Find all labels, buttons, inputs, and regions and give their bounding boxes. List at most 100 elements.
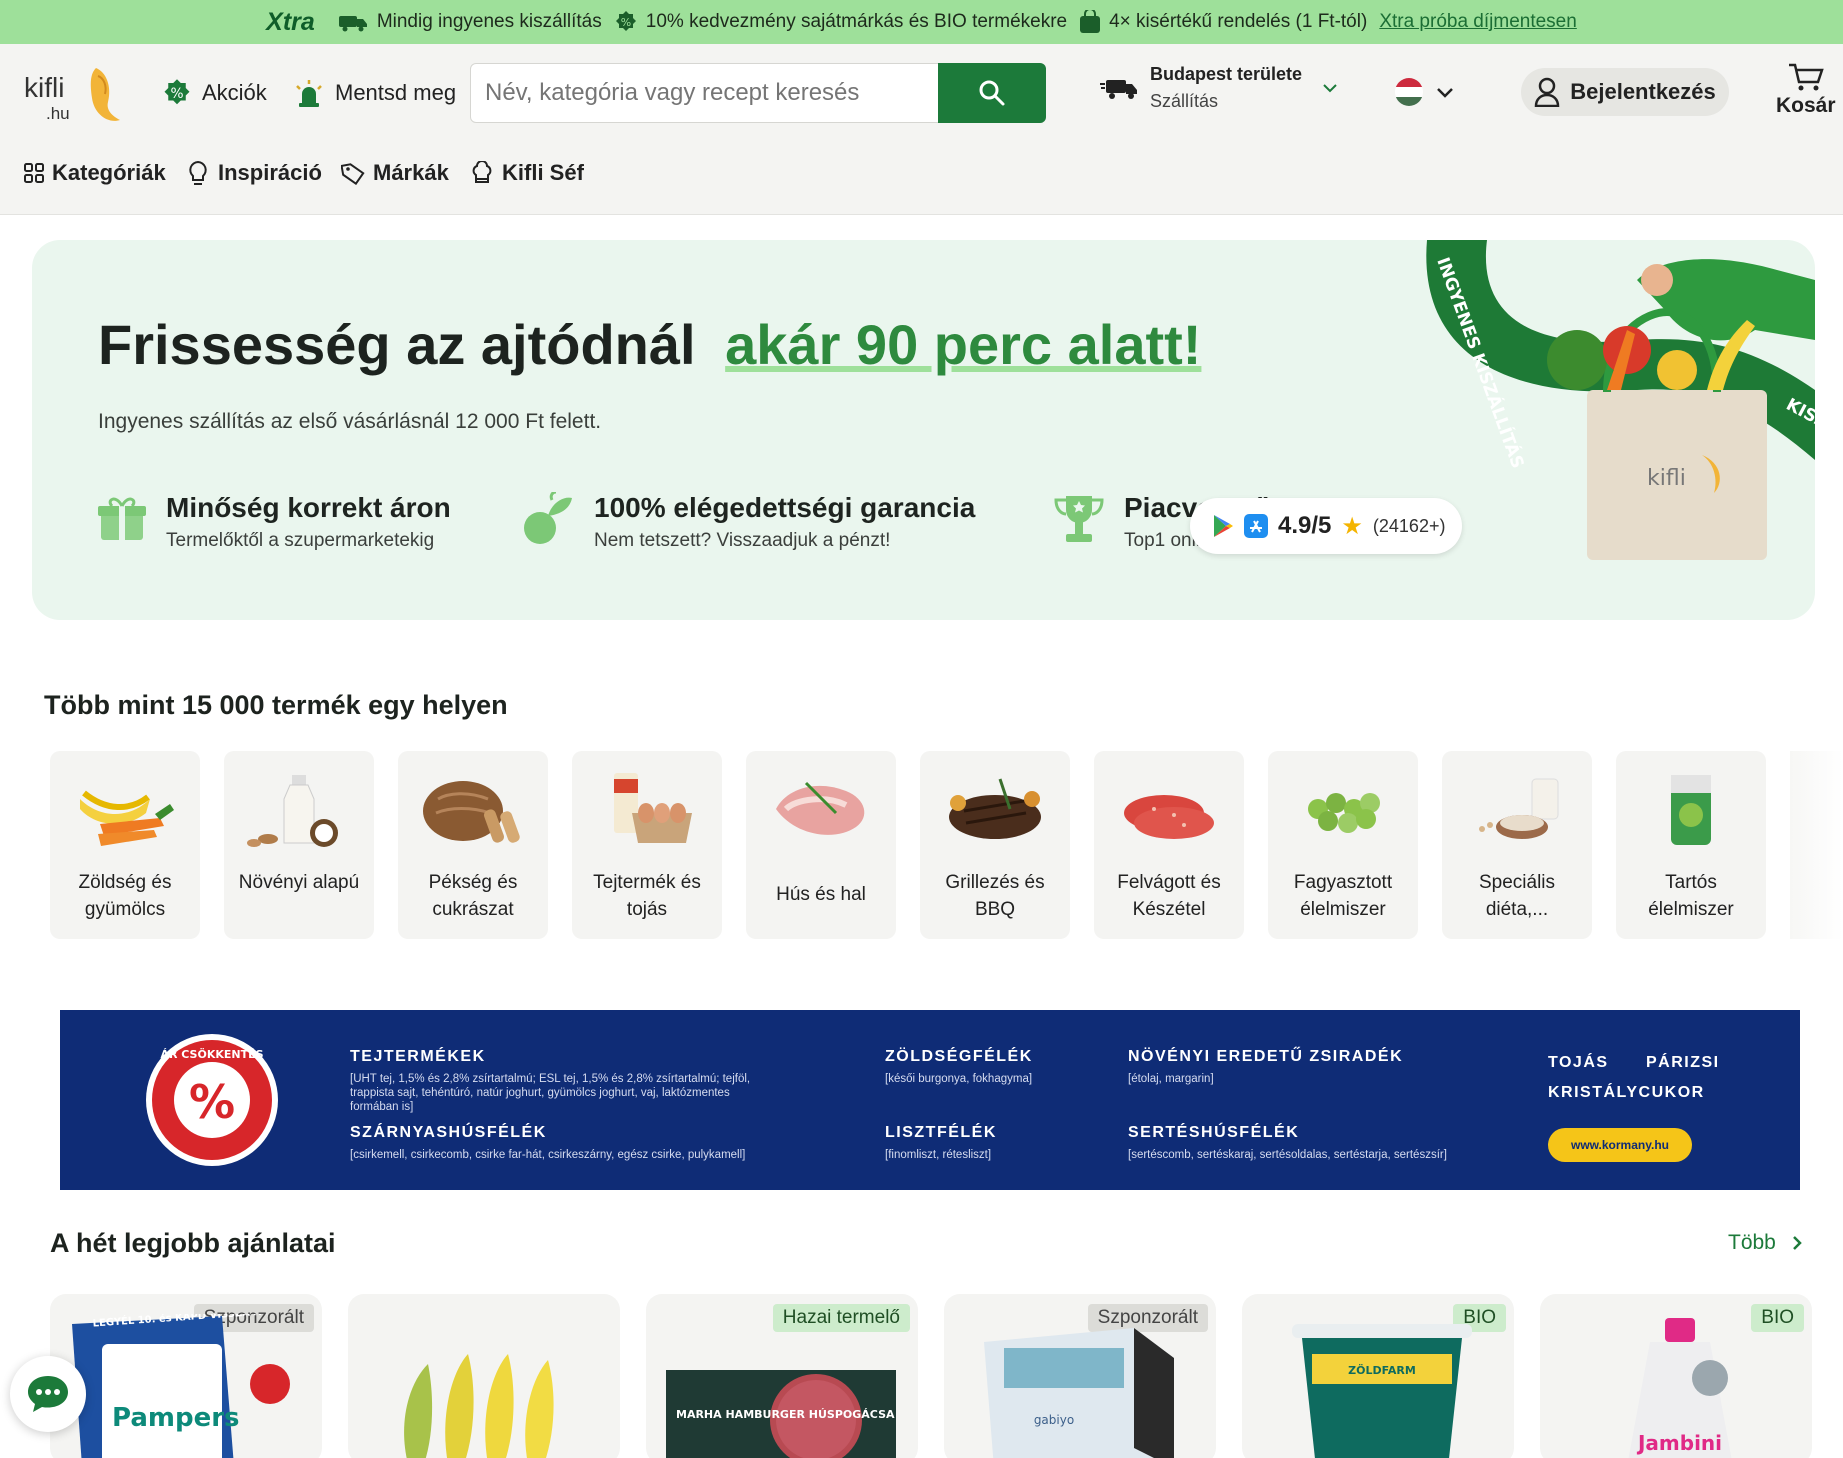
category-fade: [1790, 751, 1843, 939]
price-cut-banner[interactable]: % ÁR CSÖKKENTÉS TEJTERMÉKEK [UHT tej, 1,…: [60, 1010, 1800, 1190]
svg-text:kifli: kifli: [1647, 466, 1686, 491]
fruit-veg-image: [80, 790, 174, 846]
app-rating-badge[interactable]: 4.9/5 ★ (24162+): [1190, 498, 1462, 554]
category-card[interactable]: Fagyasztott élelmiszer: [1268, 751, 1418, 939]
kormany-link-button[interactable]: www.kormany.hu: [1548, 1128, 1692, 1162]
svg-text:MARHA HAMBURGER HÚSPOGÁCSA: MARHA HAMBURGER HÚSPOGÁCSA: [676, 1408, 895, 1421]
meat-fish-image: [776, 781, 865, 835]
special-diet-image: [1479, 778, 1559, 839]
category-card[interactable]: Felvágott és Készétel: [1094, 751, 1244, 939]
product-box-image: gabiyo: [984, 1328, 1174, 1458]
grid-icon: [24, 163, 44, 183]
deal-card[interactable]: Hazai termelő MARHA HAMBURGER HÚSPOGÁCSA: [646, 1294, 918, 1458]
nav-kifli-sef[interactable]: Kifli Séf: [470, 160, 584, 186]
category-card[interactable]: Grillezés és BBQ: [920, 751, 1070, 939]
search-button[interactable]: [938, 63, 1046, 123]
banana-image: [404, 1354, 554, 1458]
promo-bar: Xtra Mindig ingyenes kiszállítás % 10% k…: [0, 0, 1843, 44]
gift-icon: [98, 497, 146, 540]
hero-banner: Frissesség az ajtódnál akár 90 perc alat…: [32, 240, 1815, 620]
svg-text:ÁR CSÖKKENTÉS: ÁR CSÖKKENTÉS: [160, 1047, 263, 1061]
category-card[interactable]: Tejtermék és tojás: [572, 751, 722, 939]
deal-card[interactable]: Szponzorált LEGYÉL 10. és KAPD VISSZA A …: [50, 1294, 322, 1458]
lightbulb-icon: [189, 160, 207, 185]
chevron-right-icon: [1792, 1236, 1802, 1250]
delivery-selector[interactable]: Budapest területe Szállítás: [1100, 64, 1338, 112]
siren-icon: [296, 80, 322, 107]
svg-text:gabiyo: gabiyo: [1034, 1413, 1074, 1427]
svg-text:ZÖLDFARM: ZÖLDFARM: [1348, 1363, 1416, 1377]
deal-card[interactable]: BIO ZÖLDFARM: [1242, 1294, 1514, 1458]
svg-text:Jambini: Jambini: [1636, 1431, 1722, 1455]
category-card[interactable]: Tartós élelmiszer: [1616, 751, 1766, 939]
deal-card[interactable]: BIO Jambini: [1540, 1294, 1812, 1458]
banner-group: TEJTERMÉKEK [UHT tej, 1,5% és 2,8% zsírt…: [350, 1048, 751, 1113]
deals-more-link[interactable]: Több: [1728, 1231, 1802, 1255]
feature-quality: Minőség korrekt áron Termelőktől a szupe…: [98, 492, 451, 552]
rating-count: (24162+): [1372, 515, 1446, 536]
bakery-image: [423, 781, 520, 843]
chat-bubble-icon: [28, 1376, 68, 1412]
nav-inspiracio[interactable]: Inspiráció: [186, 160, 322, 186]
svg-text:%: %: [189, 1075, 235, 1129]
fruit-pouch-image: Jambini: [1628, 1318, 1732, 1458]
svg-text:%: %: [170, 86, 183, 102]
category-card[interactable]: Zöldség és gyümölcs: [50, 751, 200, 939]
search-input[interactable]: [471, 79, 937, 107]
deal-card[interactable]: [348, 1294, 620, 1458]
nav-kategoriak[interactable]: Kategóriák: [24, 160, 166, 186]
promo-item: Mindig ingyenes kiszállítás: [338, 11, 602, 33]
frozen-food-image: [1308, 793, 1380, 833]
xtra-trial-link[interactable]: Xtra próba díjmentesen: [1379, 11, 1577, 33]
tag-icon: [341, 163, 365, 185]
yogurt-cup-image: ZÖLDFARM: [1292, 1324, 1472, 1458]
nav-akciok[interactable]: % Akciók: [162, 78, 267, 108]
google-play-icon: [1214, 515, 1233, 537]
banner-group: NÖVÉNYI EREDETŰ ZSIRADÉK [étolaj, margar…: [1128, 1048, 1404, 1085]
category-card[interactable]: Hús és hal: [746, 751, 896, 939]
deal-badge: Hazai termelő: [772, 1304, 910, 1332]
user-icon: [1534, 77, 1560, 107]
xtra-logo: Xtra: [266, 7, 315, 36]
trophy-icon: [1054, 496, 1104, 542]
svg-text:Pampers: Pampers: [112, 1403, 240, 1433]
category-card[interactable]: Speciális diéta,...: [1442, 751, 1592, 939]
star-icon: ★: [1341, 512, 1363, 540]
banner-group: LISZTFÉLÉK [finomliszt, rétesliszt]: [885, 1124, 997, 1161]
categories-title: Több mint 15 000 termék egy helyen: [44, 690, 508, 720]
header: kifli .hu % Akciók Mentsd meg Budapest t…: [0, 44, 1843, 215]
app-store-icon: [1244, 514, 1268, 538]
chat-button[interactable]: [10, 1356, 86, 1432]
search-bar: [470, 63, 1046, 123]
chef-hat-icon: [472, 161, 492, 183]
banner-group: ZÖLDSÉGFÉLÉK [késői burgonya, fokhagyma]: [885, 1048, 1033, 1085]
hero-title: Frissesség az ajtódnál akár 90 perc alat…: [98, 313, 1202, 376]
nav-mentsd-meg[interactable]: Mentsd meg: [293, 78, 456, 108]
banner-group: SZÁRNYASHÚSFÉLÉK [csirkemell, csirkecomb…: [350, 1124, 746, 1161]
price-cut-seal: % ÁR CSÖKKENTÉS: [146, 1034, 278, 1166]
percent-badge-icon: %: [615, 11, 636, 31]
banner-group: SERTÉSHÚSFÉLÉK [sertéscomb, sertéskaraj,…: [1128, 1124, 1447, 1161]
chevron-down-icon: [1323, 84, 1337, 93]
cart-icon: [1788, 63, 1824, 91]
search-icon: [979, 80, 1005, 106]
nav-markak[interactable]: Márkák: [341, 160, 449, 186]
deal-card[interactable]: Szponzorált gabiyo: [944, 1294, 1216, 1458]
delivery-location: Budapest területe: [1150, 64, 1303, 84]
deal-badge: BIO: [1751, 1304, 1804, 1332]
site-logo[interactable]: kifli .hu: [24, 64, 122, 126]
category-card[interactable]: Növényi alapú: [224, 751, 374, 939]
cart-button[interactable]: Kosár: [1776, 62, 1836, 118]
apple-icon: [524, 492, 572, 544]
grill-bbq-image: [949, 778, 1041, 839]
cold-cuts-image: [1124, 795, 1214, 839]
category-card[interactable]: Pékség és cukrászat: [398, 751, 548, 939]
promo-item: 4× kisértékű rendelés (1 Ft-tól): [1079, 10, 1367, 34]
language-selector[interactable]: [1394, 77, 1454, 107]
croissant-icon: [90, 68, 120, 121]
dairy-eggs-image: [614, 773, 692, 843]
percent-badge-icon: %: [164, 79, 190, 105]
login-button[interactable]: Bejelentkezés: [1521, 68, 1729, 116]
hero-image: INGYENES KISZÁLLÍTÁS KISZÁ kifli: [1426, 240, 1815, 560]
feature-guarantee: 100% elégedettségi garancia Nem tetszett…: [522, 492, 975, 552]
